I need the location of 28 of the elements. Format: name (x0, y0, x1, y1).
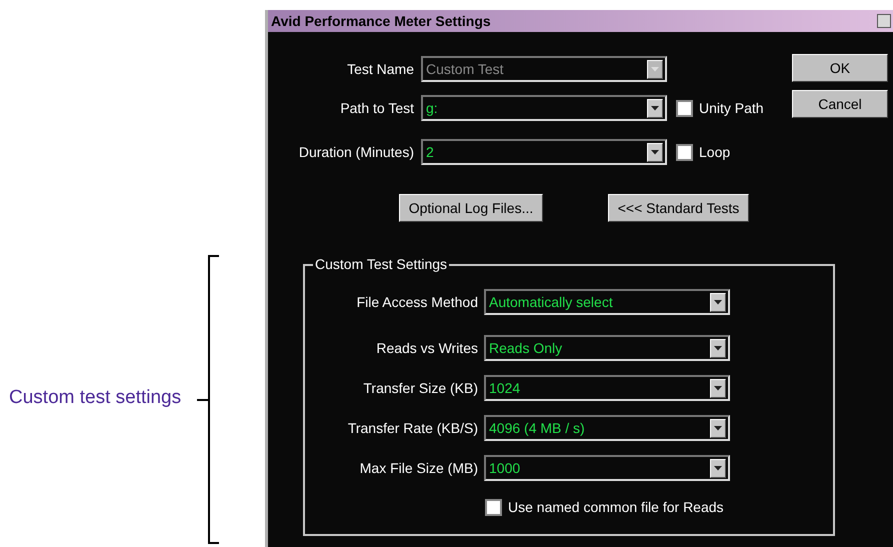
dialog-button[interactable]: OK (792, 54, 888, 82)
dialog-button[interactable]: Optional Log Files... (399, 194, 543, 222)
field-label: Duration (Minutes) (298, 142, 414, 162)
dialog-button[interactable]: Cancel (792, 90, 888, 118)
field-label: Path to Test (339, 98, 414, 118)
field-label: Reads vs Writes (375, 338, 478, 358)
dialog-button[interactable]: <<< Standard Tests (608, 194, 749, 222)
field-label: Transfer Size (KB) (362, 378, 478, 398)
field-label: Max File Size (MB) (358, 458, 478, 478)
checkbox[interactable] (485, 499, 502, 516)
field-label: File Access Method (356, 292, 478, 312)
checkbox-label: Use named common file for Reads (508, 498, 724, 517)
group-title: Custom Test Settings (314, 255, 448, 274)
checkbox[interactable] (676, 144, 693, 160)
annotation-label: Custom test settings (9, 386, 182, 410)
dropdown-field[interactable]: 2 (421, 139, 667, 165)
dropdown-field[interactable]: 1000 (484, 455, 730, 481)
dropdown-field[interactable]: g: (421, 95, 667, 121)
dropdown-field[interactable]: Reads Only (484, 335, 730, 361)
field-label: Transfer Rate (KB/S) (346, 418, 478, 438)
field-label: Test Name (346, 60, 414, 78)
checkbox-label: Loop (699, 142, 730, 162)
dropdown-field[interactable]: 4096 (4 MB / s) (484, 415, 730, 441)
window-title: Avid Performance Meter Settings (271, 12, 491, 31)
dropdown-field[interactable]: Automatically select (484, 289, 730, 315)
checkbox[interactable] (676, 100, 693, 116)
checkbox-label: Unity Path (699, 98, 764, 118)
dropdown-field[interactable]: 1024 (484, 375, 730, 401)
